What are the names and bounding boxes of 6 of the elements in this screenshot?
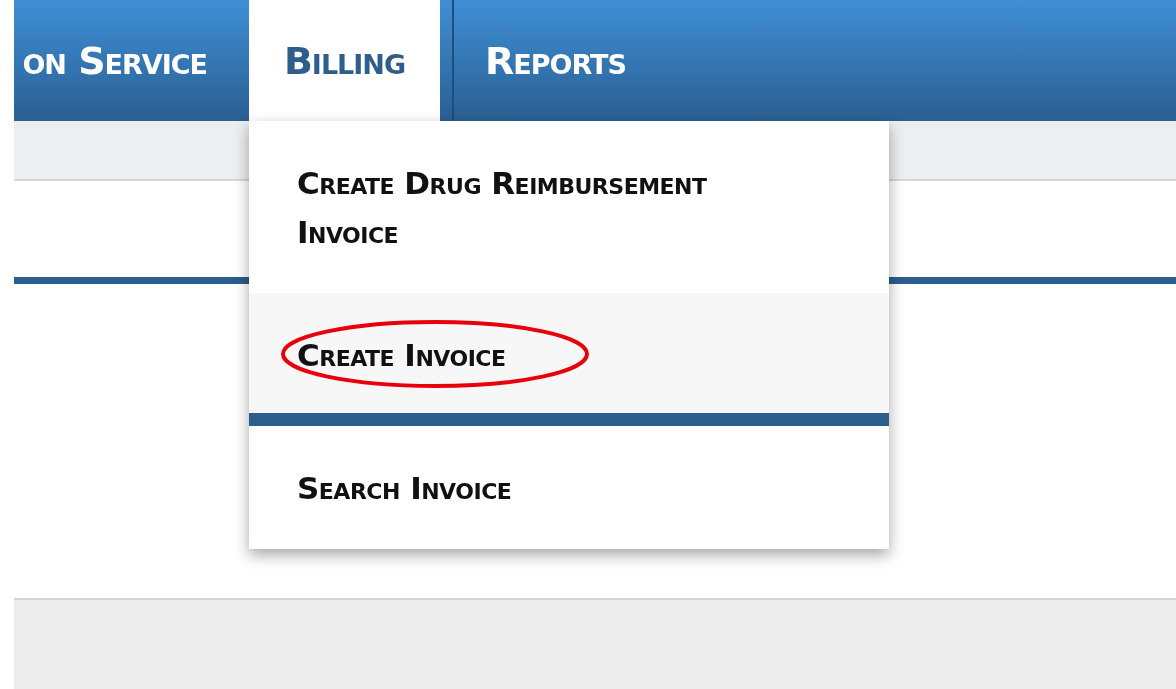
menu-item[interactable]: Create Drug Reimbursement Invoice xyxy=(249,121,889,293)
nav-tab[interactable]: on Service xyxy=(14,0,245,121)
nav-tab[interactable]: Reports xyxy=(454,0,657,121)
nav-tab[interactable]: Billing xyxy=(249,0,440,121)
menu-item[interactable]: Search Invoice xyxy=(249,426,889,549)
menu-item[interactable]: Create Invoice xyxy=(249,293,889,413)
